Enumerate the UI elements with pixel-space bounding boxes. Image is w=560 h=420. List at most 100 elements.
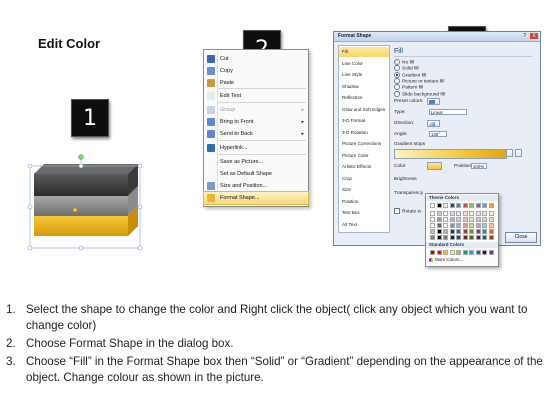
standard-color-swatch[interactable] xyxy=(488,250,494,255)
nav-item-picture-color[interactable]: Picture Color xyxy=(339,151,389,161)
theme-color-swatch[interactable] xyxy=(475,203,481,208)
theme-color-swatch[interactable] xyxy=(449,223,455,228)
theme-color-swatch[interactable] xyxy=(475,211,481,216)
theme-color-swatch[interactable] xyxy=(488,235,494,240)
nav-item-line-style[interactable]: Line Style xyxy=(339,70,389,80)
theme-color-swatch[interactable] xyxy=(443,203,448,208)
nav-item-fill[interactable]: Fill xyxy=(339,47,389,58)
theme-color-swatch[interactable] xyxy=(430,229,435,234)
theme-color-swatch[interactable] xyxy=(475,223,481,228)
nav-item-reflection[interactable]: Reflection xyxy=(339,93,389,103)
nav-item-3-d-format[interactable]: 3-D Format xyxy=(339,116,389,126)
theme-color-swatch[interactable] xyxy=(430,235,435,240)
standard-color-swatch[interactable] xyxy=(443,250,448,255)
nav-item-size[interactable]: Size xyxy=(339,185,389,195)
menu-item-group[interactable]: Group ▸ xyxy=(204,104,308,116)
theme-color-swatch[interactable] xyxy=(475,229,481,234)
standard-color-swatch[interactable] xyxy=(475,250,481,255)
theme-color-swatch[interactable] xyxy=(488,217,494,222)
standard-color-swatch[interactable] xyxy=(436,250,442,255)
menu-item-paste[interactable]: Paste xyxy=(204,77,308,89)
theme-color-swatch[interactable] xyxy=(430,211,435,216)
theme-color-swatch[interactable] xyxy=(462,223,468,228)
close-button[interactable]: Close xyxy=(505,232,537,243)
add-stop-button[interactable] xyxy=(506,149,513,157)
theme-color-swatch[interactable] xyxy=(462,203,468,208)
theme-color-swatch[interactable] xyxy=(462,217,468,222)
menu-item-set-as-default-shape[interactable]: Set as Default Shape xyxy=(204,168,308,180)
theme-color-swatch[interactable] xyxy=(482,229,487,234)
theme-color-swatch[interactable] xyxy=(456,223,461,228)
angle-input[interactable]: 135° xyxy=(429,131,447,137)
theme-color-swatch[interactable] xyxy=(469,211,474,216)
theme-color-swatch[interactable] xyxy=(469,235,474,240)
theme-color-swatch[interactable] xyxy=(430,217,435,222)
standard-color-swatch[interactable] xyxy=(469,250,474,255)
nav-item-3-d-rotation[interactable]: 3-D Rotation xyxy=(339,128,389,138)
nav-item-artistic-effects[interactable]: Artistic Effects xyxy=(339,162,389,172)
standard-color-swatch[interactable] xyxy=(456,250,461,255)
theme-color-swatch[interactable] xyxy=(482,235,487,240)
close-icon[interactable]: X xyxy=(530,33,538,39)
theme-color-swatch[interactable] xyxy=(436,223,442,228)
standard-color-swatch[interactable] xyxy=(430,250,435,255)
nav-item-text-box[interactable]: Text Box xyxy=(339,208,389,218)
theme-color-swatch[interactable] xyxy=(469,223,474,228)
nav-item-line-color[interactable]: Line Color xyxy=(339,59,389,69)
theme-color-swatch[interactable] xyxy=(449,229,455,234)
stacked-layers-shape[interactable] xyxy=(20,150,150,265)
position-input[interactable]: 100% xyxy=(471,163,487,169)
theme-color-swatch[interactable] xyxy=(475,217,481,222)
theme-color-swatch[interactable] xyxy=(436,235,442,240)
theme-color-swatch[interactable] xyxy=(443,211,448,216)
theme-color-swatch[interactable] xyxy=(436,229,442,234)
menu-item-hyperlink[interactable]: Hyperlink... xyxy=(204,142,308,154)
theme-color-swatch[interactable] xyxy=(462,211,468,216)
theme-color-swatch[interactable] xyxy=(488,203,494,208)
theme-color-swatch[interactable] xyxy=(436,203,442,208)
help-icon[interactable]: ? xyxy=(523,32,526,41)
preset-colors-button[interactable] xyxy=(427,98,440,105)
theme-color-swatch[interactable] xyxy=(449,203,455,208)
theme-color-swatch[interactable] xyxy=(488,211,494,216)
menu-item-send-to-back[interactable]: Send to Back ▸ xyxy=(204,128,308,140)
menu-item-copy[interactable]: Copy xyxy=(204,65,308,77)
theme-color-swatch[interactable] xyxy=(443,235,448,240)
theme-color-swatch[interactable] xyxy=(436,217,442,222)
direction-button[interactable] xyxy=(427,120,440,127)
nav-item-glow-and-soft-edges[interactable]: Glow and Soft Edges xyxy=(339,105,389,115)
theme-color-swatch[interactable] xyxy=(482,223,487,228)
rotate-with-shape-checkbox[interactable]: Rotate w xyxy=(394,208,421,215)
menu-item-size-and-position[interactable]: Size and Position... xyxy=(204,180,308,192)
menu-item-cut[interactable]: Cut xyxy=(204,53,308,65)
theme-color-swatch[interactable] xyxy=(469,229,474,234)
theme-color-swatch[interactable] xyxy=(436,211,442,216)
stop-color-button[interactable] xyxy=(427,162,442,170)
theme-color-swatch[interactable] xyxy=(430,223,435,228)
standard-color-swatch[interactable] xyxy=(449,250,455,255)
nav-item-alt-text[interactable]: Alt Text xyxy=(339,220,389,230)
theme-color-swatch[interactable] xyxy=(488,229,494,234)
theme-color-swatch[interactable] xyxy=(443,229,448,234)
theme-color-swatch[interactable] xyxy=(488,223,494,228)
nav-item-picture-corrections[interactable]: Picture Corrections xyxy=(339,139,389,149)
more-colors-item[interactable]: More Colors... xyxy=(429,257,463,263)
nav-item-shadow[interactable]: Shadow xyxy=(339,82,389,92)
theme-color-swatch[interactable] xyxy=(430,203,435,208)
theme-color-swatch[interactable] xyxy=(443,223,448,228)
theme-color-swatch[interactable] xyxy=(475,235,481,240)
standard-color-swatch[interactable] xyxy=(482,250,487,255)
theme-color-swatch[interactable] xyxy=(456,203,461,208)
theme-color-swatch[interactable] xyxy=(469,217,474,222)
theme-color-swatch[interactable] xyxy=(456,235,461,240)
theme-color-swatch[interactable] xyxy=(456,229,461,234)
theme-color-swatch[interactable] xyxy=(462,235,468,240)
theme-color-swatch[interactable] xyxy=(456,217,461,222)
theme-color-swatch[interactable] xyxy=(462,229,468,234)
theme-color-swatch[interactable] xyxy=(456,211,461,216)
menu-item-edit-text[interactable]: Edit Text xyxy=(204,90,308,102)
type-select[interactable]: Linear xyxy=(429,109,467,115)
theme-color-swatch[interactable] xyxy=(482,203,487,208)
theme-color-swatch[interactable] xyxy=(449,217,455,222)
gradient-stops-bar[interactable] xyxy=(394,149,507,159)
